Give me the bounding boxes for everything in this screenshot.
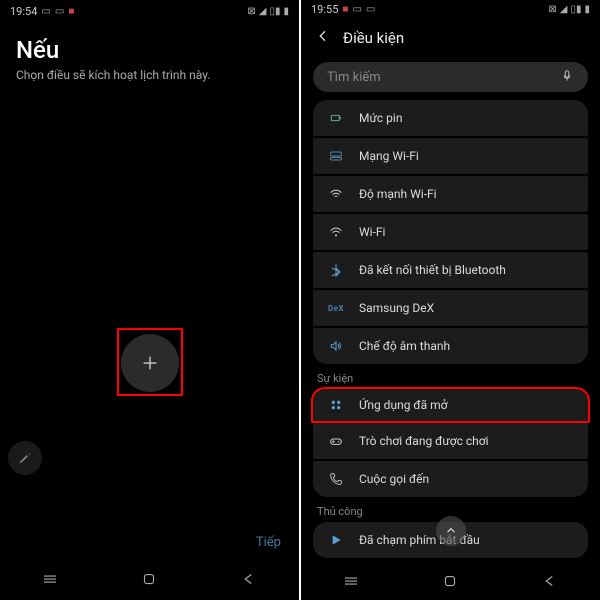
nav-bar: [301, 562, 600, 600]
list-item-battery[interactable]: Mức pin: [313, 100, 588, 136]
status-icon: ▭: [55, 6, 64, 17]
list-item-label: Chế độ âm thanh: [359, 339, 450, 353]
nfc-icon: ⊠: [548, 4, 556, 15]
list-item-incoming-call[interactable]: Cuộc gọi đến: [313, 461, 588, 497]
status-time: 19:54: [10, 5, 37, 18]
nav-recent[interactable]: [331, 571, 371, 591]
status-bar: 19:54 ▭ ▭ ■ ⊠ ◢ ▯▮ ▮: [0, 0, 299, 22]
list-item-label: Samsung DeX: [359, 301, 434, 315]
gamepad-icon: [327, 432, 345, 450]
list-item-bluetooth[interactable]: Đã kết nối thiết bị Bluetooth: [313, 252, 588, 288]
list-item-wifi[interactable]: Wi-Fi: [313, 214, 588, 250]
search-placeholder: Tìm kiếm: [327, 70, 381, 85]
list-item-label: Mạng Wi-Fi: [359, 149, 419, 163]
apps-icon: [327, 396, 345, 414]
nav-home[interactable]: [430, 571, 470, 591]
list-item-label: Mức pin: [359, 111, 402, 125]
signal-icon: ▯▮: [570, 4, 581, 15]
battery-icon: ▮: [283, 6, 289, 17]
scroll-to-top-button[interactable]: [436, 516, 466, 546]
condition-list-status: Mức pin Mạng Wi-Fi Độ mạnh Wi-Fi Wi-Fi Đ…: [301, 100, 600, 364]
status-icon: ■: [68, 6, 74, 17]
screen-if-condition: 19:54 ▭ ▭ ■ ⊠ ◢ ▯▮ ▮ Nếu Chọn điều sẽ kí…: [0, 0, 299, 600]
list-item-app-opened[interactable]: Ứng dụng đã mở: [311, 387, 590, 423]
condition-list-events: Ứng dụng đã mở Trò chơi đang được chơi C…: [301, 389, 600, 497]
section-label-events: Sự kiện: [301, 364, 600, 389]
nfc-icon: ⊠: [247, 6, 255, 17]
footer: Tiếp: [0, 531, 299, 558]
list-item-label: Trò chơi đang được chơi: [359, 434, 489, 448]
list-item-wifi-network[interactable]: Mạng Wi-Fi: [313, 138, 588, 174]
list-item-sound[interactable]: Chế độ âm thanh: [313, 328, 588, 364]
play-icon: [327, 531, 345, 549]
page-title: Nếu: [16, 36, 283, 64]
nav-bar: [0, 558, 299, 600]
wifi-network-icon: [327, 147, 345, 165]
nav-back[interactable]: [530, 571, 570, 591]
signal-icon: ▯▮: [269, 6, 280, 17]
wifi-icon: ◢: [259, 6, 267, 17]
wifi-icon: [327, 223, 345, 241]
list-item-game-playing[interactable]: Trò chơi đang được chơi: [313, 423, 588, 459]
list-item-wifi-strength[interactable]: Độ mạnh Wi-Fi: [313, 176, 588, 212]
list-item-label: Độ mạnh Wi-Fi: [359, 187, 437, 201]
page-subtitle: Chọn điều sẽ kích hoạt lịch trình này.: [16, 68, 283, 82]
nav-home[interactable]: [129, 569, 169, 589]
search-input[interactable]: Tìm kiếm: [313, 62, 588, 93]
highlight-annotation: [117, 328, 183, 396]
next-button[interactable]: Tiếp: [256, 535, 281, 550]
page-header: Điều kiện: [301, 20, 600, 56]
back-button[interactable]: [315, 28, 331, 48]
list-item-label: Wi-Fi: [359, 225, 385, 239]
list-item-dex[interactable]: DeX Samsung DeX: [313, 290, 588, 326]
bluetooth-icon: [327, 261, 345, 279]
battery-icon: [327, 109, 345, 127]
list-item-label: Đã kết nối thiết bị Bluetooth: [359, 263, 506, 277]
content-area: [0, 86, 299, 531]
status-icon: ▭: [41, 6, 50, 17]
wifi-strength-icon: [327, 185, 345, 203]
list-item-label: Cuộc gọi đến: [359, 472, 429, 486]
status-bar: 19:55 ■ ▭ ▭ ⊠ ◢ ▯▮ ▮: [301, 0, 600, 20]
battery-icon: ▮: [584, 4, 590, 15]
mic-icon[interactable]: [560, 68, 574, 87]
status-icon: ▭: [366, 4, 375, 15]
page-header: Nếu Chọn điều sẽ kích hoạt lịch trình nà…: [0, 22, 299, 86]
nav-recent[interactable]: [30, 569, 70, 589]
status-icon: ■: [342, 4, 348, 15]
status-icon: ▭: [352, 4, 361, 15]
status-time: 19:55: [311, 3, 338, 16]
nav-back[interactable]: [229, 569, 269, 589]
dex-icon: DeX: [327, 299, 345, 317]
list-item-label: Ứng dụng đã mở: [359, 398, 447, 412]
screen-condition-list: 19:55 ■ ▭ ▭ ⊠ ◢ ▯▮ ▮ Điều kiện Tìm kiếm …: [301, 0, 600, 600]
edit-fab[interactable]: [8, 441, 42, 475]
sound-icon: [327, 337, 345, 355]
wifi-icon: ◢: [560, 4, 568, 15]
page-title: Điều kiện: [343, 29, 404, 47]
phone-icon: [327, 470, 345, 488]
